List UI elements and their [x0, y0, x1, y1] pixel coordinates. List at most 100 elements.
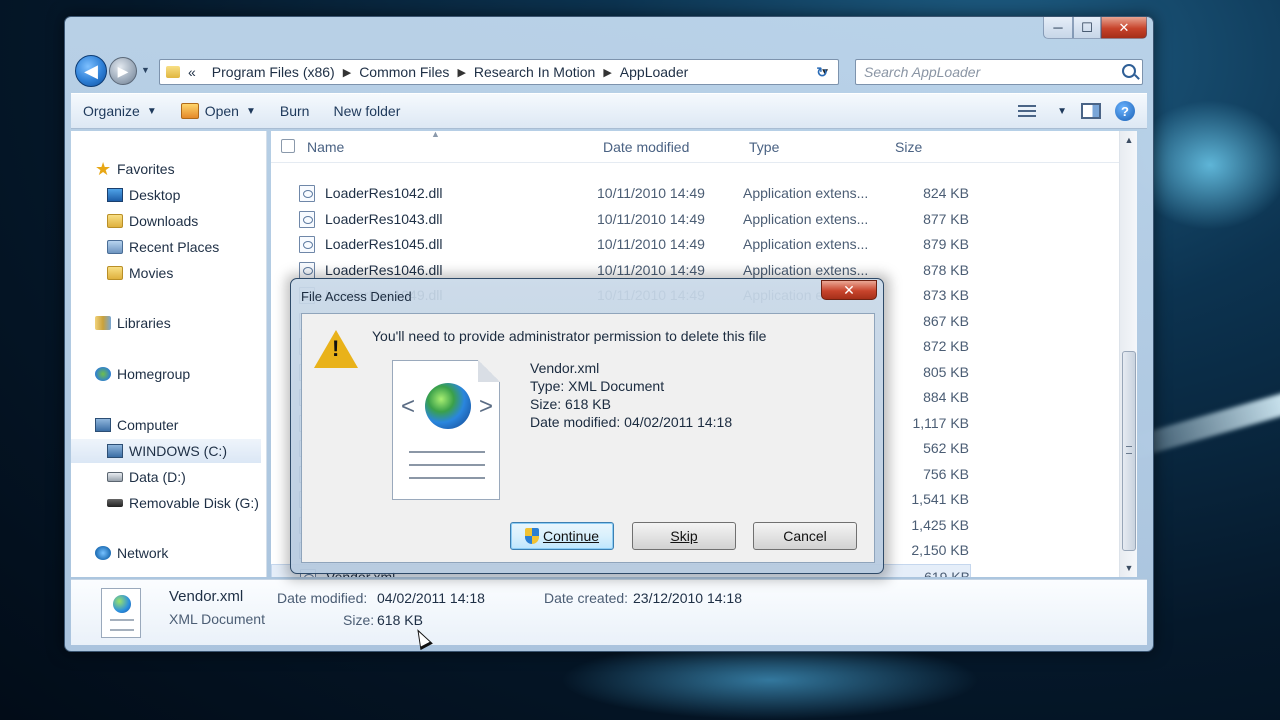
organize-button[interactable]: Organize ▼: [71, 94, 169, 128]
file-size: 824 KB: [923, 185, 969, 201]
nav-label: Desktop: [129, 187, 181, 203]
dialog-file-size: Size: 618 KB: [530, 396, 611, 412]
nav-label: Downloads: [129, 213, 199, 229]
close-button[interactable]: ✕: [1101, 17, 1147, 39]
nav-label: Libraries: [117, 315, 171, 331]
minimize-button[interactable]: ─: [1043, 17, 1073, 39]
column-size[interactable]: Size: [895, 139, 922, 155]
views-icon[interactable]: [1018, 105, 1037, 117]
nav-label: Network: [117, 545, 169, 561]
nav-windows-c[interactable]: WINDOWS (C:): [71, 439, 261, 463]
chevron-right-icon[interactable]: ▶: [603, 66, 611, 79]
address-bar[interactable]: « Program Files (x86) ▶ Common Files ▶ R…: [159, 59, 839, 85]
nav-movies[interactable]: Movies: [71, 261, 173, 285]
open-label: Open: [204, 103, 239, 119]
maximize-button[interactable]: ☐: [1073, 17, 1101, 39]
file-name: LoaderRes1042.dll: [325, 185, 443, 201]
file-row[interactable]: LoaderRes1045.dll 10/11/2010 14:49 Applica…: [271, 232, 971, 257]
bracket-right: >: [478, 393, 493, 420]
search-icon[interactable]: [1122, 64, 1136, 78]
xml-document-icon: < >: [392, 360, 500, 500]
nav-label: Favorites: [117, 161, 175, 177]
preview-pane-icon[interactable]: [1081, 103, 1101, 119]
dialog-title: File Access Denied: [301, 289, 412, 304]
refresh-button[interactable]: ↻: [809, 59, 835, 85]
search-input[interactable]: Search AppLoader: [855, 59, 1143, 85]
recent-places-icon: [107, 240, 123, 254]
bracket-left: <: [401, 393, 416, 420]
nav-libraries[interactable]: Libraries: [71, 311, 171, 335]
nav-label: Removable Disk (G:): [129, 495, 259, 511]
details-file-type: XML Document: [169, 611, 265, 627]
desktop-glow-bottom: [560, 640, 980, 720]
nav-homegroup[interactable]: Homegroup: [71, 362, 190, 386]
warning-glyph: !: [332, 336, 340, 361]
help-icon[interactable]: ?: [1115, 101, 1135, 121]
globe-icon: [113, 595, 131, 613]
breadcrumb-research-in-motion[interactable]: Research In Motion: [474, 64, 595, 80]
scroll-thumb[interactable]: [1122, 351, 1136, 551]
nav-label: Homegroup: [117, 366, 191, 382]
new-folder-button[interactable]: New folder: [321, 94, 412, 128]
drive-icon: [107, 472, 123, 482]
breadcrumb-program-files[interactable]: Program Files (x86): [212, 64, 335, 80]
homegroup-icon: [95, 367, 111, 381]
file-row[interactable]: LoaderRes1042.dll 10/11/2010 14:49 Applica…: [271, 181, 971, 206]
usb-drive-icon: [107, 499, 123, 507]
dll-file-icon: [299, 236, 315, 253]
views-dropdown-icon[interactable]: ▼: [1057, 106, 1067, 117]
scroll-up-button[interactable]: ▲: [1120, 131, 1138, 149]
select-all-checkbox[interactable]: [281, 139, 295, 153]
nav-computer[interactable]: Computer: [71, 413, 178, 437]
star-icon: ★: [95, 159, 112, 179]
navigation-pane: ★ Favorites Desktop Downloads Recent Pla…: [71, 131, 267, 577]
organize-label: Organize: [83, 103, 140, 119]
file-name: LoaderRes1043.dll: [325, 210, 443, 227]
scroll-down-button[interactable]: ▼: [1120, 559, 1138, 577]
folder-icon: [166, 66, 180, 78]
command-bar: Organize ▼ Open ▼ Burn New folder ▼ ?: [71, 93, 1147, 129]
desktop-icon: [107, 188, 123, 202]
column-type[interactable]: Type: [749, 139, 779, 155]
chevron-right-icon[interactable]: ▶: [457, 66, 465, 79]
back-button[interactable]: ◀: [75, 55, 107, 87]
nav-label: WINDOWS (C:): [129, 443, 227, 459]
column-name[interactable]: Name: [307, 139, 344, 155]
dll-file-icon: [299, 185, 315, 202]
breadcrumb-apploader[interactable]: AppLoader: [620, 64, 689, 80]
nav-network[interactable]: Network: [71, 541, 168, 565]
mouse-cursor-icon: [411, 625, 433, 651]
nav-label: Movies: [129, 265, 174, 281]
chevron-right-icon[interactable]: ▶: [343, 66, 351, 79]
skip-button[interactable]: Skip: [632, 522, 736, 550]
folder-icon: [107, 266, 123, 280]
nav-desktop[interactable]: Desktop: [71, 183, 180, 207]
caption-buttons: ─ ☐ ✕: [1043, 17, 1147, 39]
details-date-created: 23/12/2010 14:18: [633, 590, 742, 606]
nav-data-d[interactable]: Data (D:): [71, 465, 186, 489]
open-button[interactable]: Open ▼: [169, 94, 268, 128]
burn-button[interactable]: Burn: [268, 94, 322, 128]
file-type: Application extens...: [743, 185, 869, 201]
continue-button[interactable]: Continue: [510, 522, 614, 550]
nav-favorites[interactable]: ★ Favorites: [71, 157, 175, 181]
details-size-label: Size:: [343, 612, 375, 628]
continue-label: Continue: [542, 528, 600, 544]
breadcrumb-common-files[interactable]: Common Files: [359, 64, 449, 80]
dialog-close-button[interactable]: ✕: [821, 280, 877, 300]
crumb-overflow[interactable]: «: [188, 64, 196, 80]
recent-pages-button[interactable]: ▼: [141, 65, 150, 75]
file-type: Application extens...: [743, 236, 869, 252]
column-date-modified[interactable]: Date modified: [603, 139, 689, 155]
vertical-scrollbar[interactable]: ▲ ▼: [1119, 131, 1137, 577]
nav-removable-g[interactable]: Removable Disk (G:): [71, 491, 259, 515]
file-name: LoaderRes1045.dll: [325, 236, 443, 252]
file-date-modified: 10/11/2010 14:49: [597, 185, 705, 201]
nav-recent-places[interactable]: Recent Places: [71, 235, 219, 259]
details-date-modified: 04/02/2011 14:18: [377, 590, 485, 606]
file-row[interactable]: LoaderRes1043.dll 10/11/2010 14:49 Applica…: [271, 207, 971, 232]
forward-button[interactable]: ▶: [109, 57, 137, 85]
nav-downloads[interactable]: Downloads: [71, 209, 198, 233]
cancel-button[interactable]: Cancel: [753, 522, 857, 550]
chevron-down-icon: ▼: [146, 105, 157, 117]
